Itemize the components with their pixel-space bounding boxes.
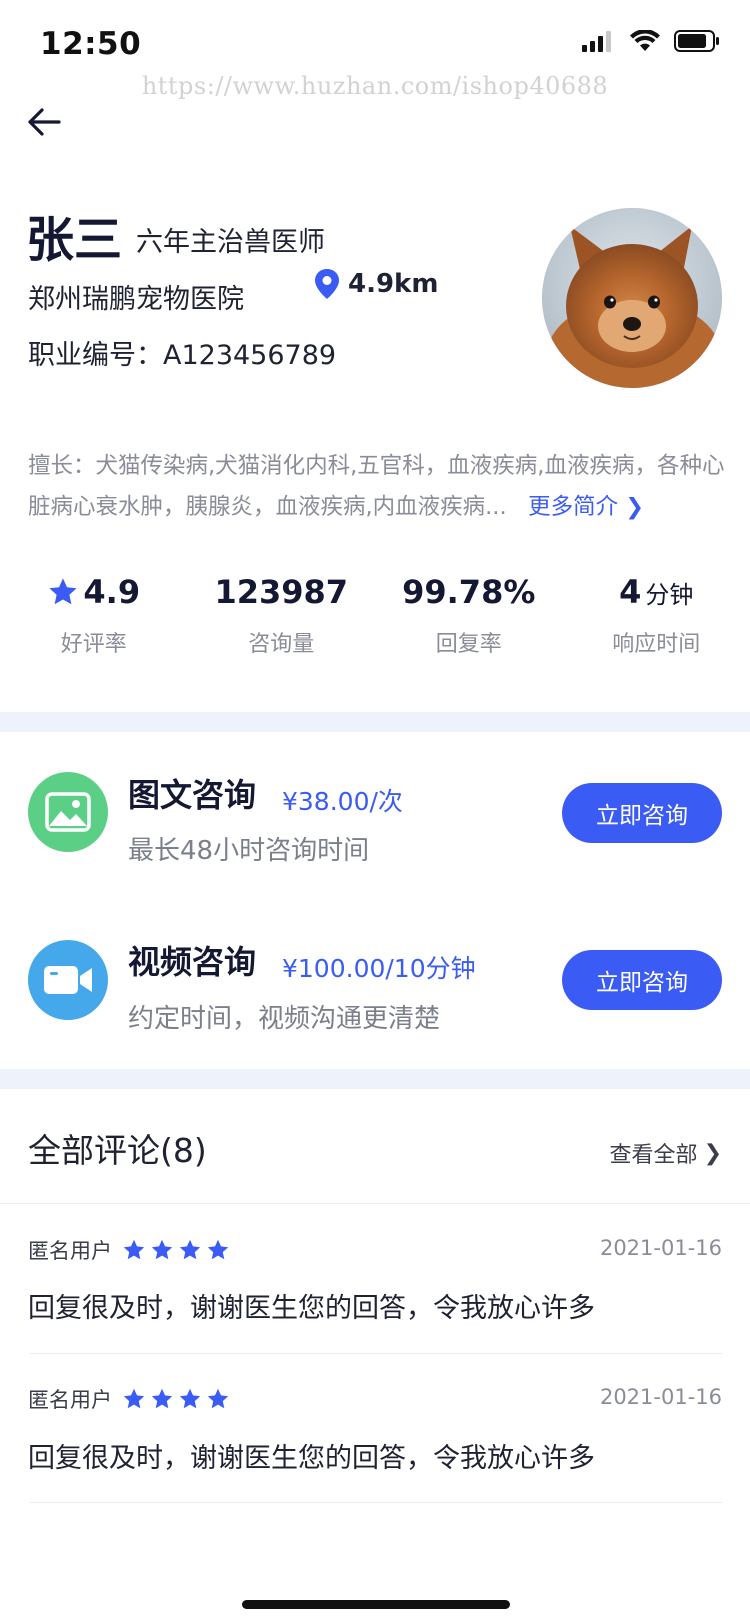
stat-response-time-label: 响应时间 — [612, 632, 701, 657]
signal-icon — [582, 31, 611, 52]
doctor-hospital: 郑州瑞鹏宠物医院 — [28, 284, 244, 315]
back-button[interactable] — [22, 100, 66, 144]
stat-reply-rate-label: 回复率 — [435, 632, 502, 657]
stat-reply-rate-value: 99.78% — [402, 573, 536, 611]
divider — [30, 1353, 722, 1354]
video-consult-icon-circle — [28, 940, 108, 1020]
battery-icon — [674, 30, 719, 52]
video-consult-price: ¥100.00/10分钟 — [282, 954, 476, 983]
video-camera-icon — [44, 966, 92, 994]
stat-consults: 123987 咨询量 — [188, 570, 376, 658]
doctor-distance: 4.9km — [314, 268, 438, 300]
stat-consults-label: 咨询量 — [248, 632, 315, 657]
doctor-avatar — [542, 208, 722, 388]
doctor-name: 张三 — [26, 212, 123, 268]
video-consult-title: 视频咨询 — [128, 943, 257, 981]
doctor-license: 职业编号：A123456789 — [28, 340, 337, 371]
distance-text: 4.9km — [348, 269, 439, 299]
review-date: 2021-01-16 — [599, 1385, 722, 1409]
stat-reply-rate: 99.78% 回复率 — [375, 570, 563, 658]
status-time: 12:50 — [40, 26, 142, 62]
review-date: 2021-01-16 — [599, 1236, 722, 1260]
doctor-title: 六年主治兽医师 — [136, 227, 325, 258]
star-icon — [179, 1239, 201, 1260]
pomeranian-dog-photo — [542, 208, 722, 388]
review-user-name: 匿名用户 — [28, 1388, 112, 1412]
star-icon — [207, 1388, 229, 1409]
divider — [30, 1502, 722, 1503]
star-icon — [123, 1239, 145, 1260]
stat-response-time: 4 分钟 响应时间 — [563, 570, 750, 658]
more-intro-link[interactable]: 更多简介 ❯ — [514, 494, 644, 520]
expertise-text: 擅长：犬猫传染病,犬猫消化内科,五官科，血液疾病,血液疾病，各种心脏病心衰水肿，… — [28, 446, 728, 528]
image-consult-icon-circle — [28, 772, 108, 852]
section-divider — [0, 1069, 750, 1089]
star-icon — [151, 1388, 173, 1409]
stat-response-time-unit: 分钟 — [645, 580, 694, 609]
wifi-icon — [630, 30, 660, 51]
watermark: https://www.huzhan.com/ishop40688 — [141, 72, 609, 100]
star-icon — [207, 1239, 229, 1260]
back-arrow-icon — [28, 108, 61, 136]
stat-rating-label: 好评率 — [60, 632, 127, 657]
stat-response-time-value: 4 — [619, 573, 642, 611]
view-all-label: 查看全部 — [609, 1143, 698, 1168]
stat-rating: 4.9 好评率 — [0, 570, 188, 658]
view-all-link[interactable]: 查看全部 ❯ — [610, 1137, 722, 1169]
video-consult-desc: 约定时间，视频沟通更清楚 — [128, 1004, 441, 1034]
image-consult-button[interactable]: 立即咨询 — [562, 783, 722, 843]
star-icon — [179, 1388, 201, 1409]
star-icon — [151, 1239, 173, 1260]
image-consult-price: ¥38.00/次 — [282, 787, 403, 816]
status-icons — [582, 30, 720, 52]
image-consult-title: 图文咨询 — [128, 776, 257, 814]
home-indicator[interactable] — [242, 1600, 510, 1609]
section-divider — [0, 712, 750, 732]
stat-rating-value: 4.9 — [83, 573, 141, 611]
chevron-right-icon: ❯ — [703, 1140, 722, 1166]
review-user: 匿名用户 — [28, 1384, 230, 1414]
review-user: 匿名用户 — [28, 1235, 230, 1265]
reviews-title: 全部评论(8) — [28, 1131, 207, 1170]
image-icon — [45, 792, 91, 832]
divider — [0, 1203, 750, 1204]
review-rating-stars — [122, 1387, 230, 1411]
review-text: 回复很及时，谢谢医生您的回答，令我放心许多 — [28, 1293, 595, 1324]
review-rating-stars — [122, 1238, 230, 1262]
image-consult-desc: 最长48小时咨询时间 — [128, 836, 370, 866]
star-icon — [123, 1388, 145, 1409]
stats-row: 4.9 好评率 123987 咨询量 99.78% 回复率 4 分钟 响应时间 — [0, 570, 750, 658]
review-text: 回复很及时，谢谢医生您的回答，令我放心许多 — [28, 1443, 595, 1474]
star-icon — [49, 578, 78, 605]
more-intro-label: 更多简介 — [528, 494, 619, 520]
chevron-right-icon: ❯ — [625, 494, 645, 520]
review-user-name: 匿名用户 — [28, 1239, 112, 1263]
stat-consults-value: 123987 — [214, 573, 349, 611]
video-consult-button[interactable]: 立即咨询 — [562, 950, 722, 1010]
location-pin-icon — [315, 269, 339, 299]
